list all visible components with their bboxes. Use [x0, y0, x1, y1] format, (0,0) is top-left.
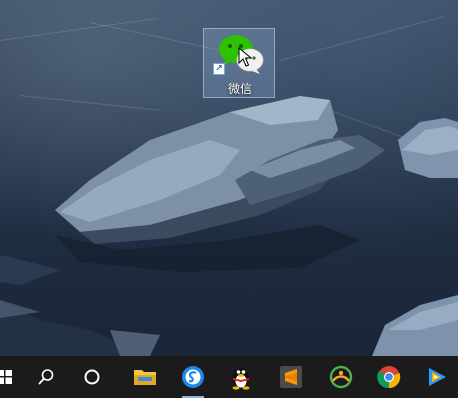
taskbar-app-sogou-browser[interactable] — [176, 356, 210, 398]
start-button[interactable] — [0, 356, 20, 398]
anaconda-navigator-icon — [329, 365, 353, 389]
taskbar-app-file-explorer[interactable] — [128, 356, 162, 398]
mouse-cursor-icon — [238, 47, 252, 67]
sogou-browser-icon — [182, 366, 204, 388]
chrome-icon — [377, 366, 401, 389]
taskbar-app-chrome[interactable] — [372, 356, 406, 398]
tencent-video-icon — [429, 368, 446, 386]
taskbar-app-tencent-video[interactable] — [420, 356, 454, 398]
cortana-button[interactable] — [78, 356, 106, 398]
shortcut-arrow-icon: ↗ — [213, 63, 225, 75]
file-explorer-icon — [134, 370, 156, 385]
desktop-icon-label: 微信 — [227, 82, 252, 96]
taskbar-app-qq[interactable] — [224, 356, 258, 398]
taskbar-app-sublime-text[interactable] — [274, 356, 308, 398]
cortana-circle-icon — [84, 369, 100, 385]
windows-start-icon — [0, 370, 12, 384]
qq-penguin-icon — [232, 368, 250, 390]
search-button[interactable] — [32, 356, 60, 398]
desktop-wallpaper[interactable]: ↗ 微信 — [0, 0, 458, 356]
search-icon — [38, 369, 54, 385]
taskbar — [0, 356, 458, 398]
sublime-text-icon — [280, 366, 302, 388]
taskbar-app-anaconda[interactable] — [324, 356, 358, 398]
